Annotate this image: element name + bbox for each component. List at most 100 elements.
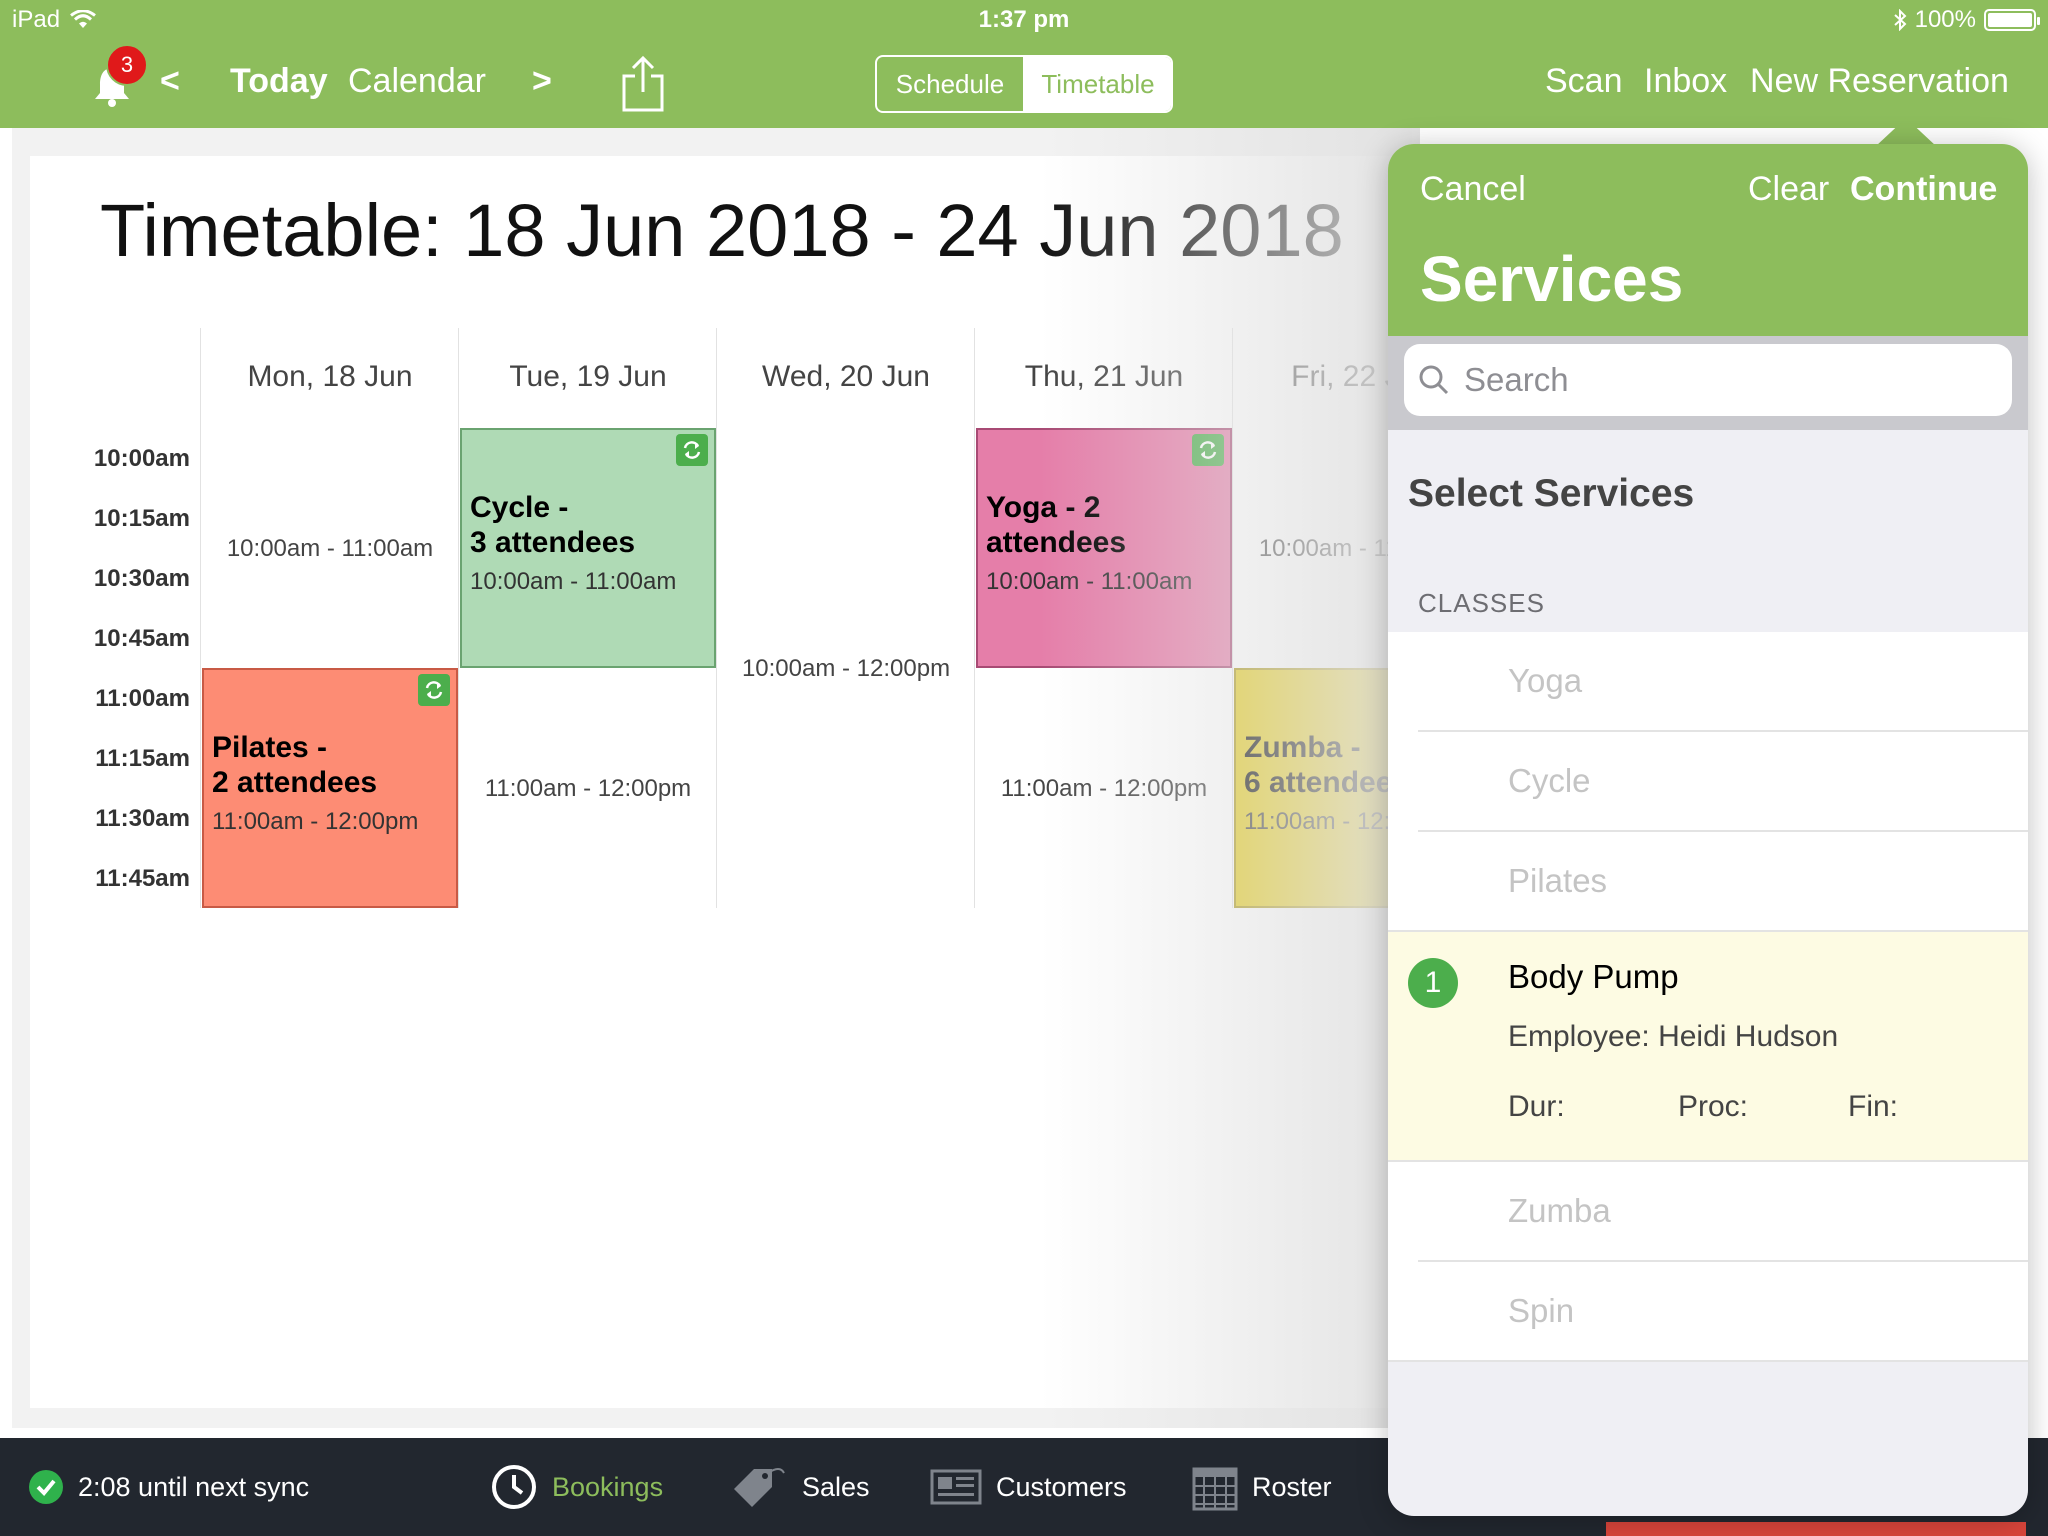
time-label: 11:30am <box>95 805 190 832</box>
time-label: 11:15am <box>95 745 190 772</box>
previous-button[interactable]: < <box>160 62 180 101</box>
tab-customers[interactable]: Customers <box>930 1438 1127 1536</box>
event-attendees: 2 attendees <box>212 766 378 799</box>
tab-bookings[interactable]: Bookings <box>490 1438 663 1536</box>
list-item-yoga[interactable]: Yoga <box>1388 632 2028 732</box>
day-column-divider <box>200 328 201 908</box>
list-item-spin[interactable]: Spin <box>1388 1262 2028 1362</box>
service-label: Zumba <box>1508 1192 1611 1229</box>
free-slot[interactable]: 11:00am - 12:00pm <box>459 775 717 803</box>
event-title: Pilates - <box>212 731 328 764</box>
sync-icon <box>1192 434 1224 466</box>
list-item-zumba[interactable]: Zumba <box>1388 1162 2028 1262</box>
time-label: 10:00am <box>93 445 190 472</box>
battery-icon <box>1984 9 2040 31</box>
event-title: Cycle - <box>470 491 569 524</box>
day-column-divider <box>716 328 717 908</box>
page-title: Timetable: 18 Jun 2018 - 24 Jun 2018 <box>100 189 1344 272</box>
time-label: 10:30am <box>93 565 190 592</box>
tab-sales[interactable]: Sales <box>730 1438 870 1536</box>
popover-header: Cancel Clear Continue Services <box>1388 144 2028 336</box>
calendar-icon <box>1192 1467 1238 1511</box>
day-header: Thu, 21 Jun <box>1024 360 1184 393</box>
day-column-divider <box>1232 328 1233 908</box>
processing-label[interactable]: Proc: <box>1678 1090 1748 1124</box>
search-icon <box>1419 365 1449 395</box>
tab-roster[interactable]: Roster <box>1192 1438 1332 1536</box>
time-label: 10:45am <box>93 625 190 652</box>
price-tag-icon <box>734 1468 785 1507</box>
day-column-divider <box>458 328 459 908</box>
service-label: Cycle <box>1508 762 1591 799</box>
inbox-button[interactable]: Inbox <box>1644 62 1727 101</box>
notification-badge: 3 <box>106 44 148 86</box>
customers-icon <box>930 1469 982 1505</box>
time-label: 11:00am <box>95 685 190 712</box>
tab-bookings-label: Bookings <box>552 1471 664 1502</box>
class-event-pilates[interactable]: Pilates - 2 attendees 11:00am - 12:00pm <box>202 668 458 908</box>
time-label: 10:15am <box>93 505 190 532</box>
day-header: Tue, 19 Jun <box>509 360 667 393</box>
list-item-cycle[interactable]: Cycle <box>1388 732 2028 832</box>
new-reservation-button[interactable]: New Reservation <box>1750 62 2009 101</box>
tab-sales-label: Sales <box>802 1471 870 1502</box>
sync-status: 2:08 until next sync <box>28 1438 309 1536</box>
event-time: 10:00am - 11:00am <box>470 568 677 595</box>
today-button[interactable]: Today <box>230 62 328 101</box>
continue-button[interactable]: Continue <box>1850 170 1997 209</box>
bluetooth-icon <box>1893 9 1907 31</box>
select-services-heading: Select Services <box>1408 472 1695 515</box>
service-label: Body Pump <box>1508 958 1679 995</box>
segment-schedule[interactable]: Schedule <box>877 57 1025 111</box>
cancel-button[interactable]: Cancel <box>1420 170 1526 209</box>
service-label: Yoga <box>1508 662 1583 699</box>
day-header: Mon, 18 Jun <box>247 360 413 393</box>
service-label: Spin <box>1508 1292 1575 1329</box>
clear-button[interactable]: Clear <box>1748 170 1829 209</box>
search-bar[interactable] <box>1404 344 2012 416</box>
view-segmented-control: Schedule Timetable <box>875 55 1173 113</box>
share-icon[interactable] <box>620 54 666 112</box>
event-attendees: 3 attendees <box>470 526 636 559</box>
services-list: Yoga Cycle Pilates 1 Body Pump Employee:… <box>1388 632 2028 1362</box>
tab-customers-label: Customers <box>996 1471 1127 1502</box>
alert-strip <box>1606 1522 2026 1536</box>
free-slot[interactable]: 10:00am - 11:00am <box>201 535 459 563</box>
sync-icon <box>418 674 450 706</box>
event-time: 11:00am - 12:00pm <box>212 808 419 835</box>
free-slot[interactable]: 11:00am - 12:00pm <box>975 775 1233 803</box>
section-header-classes: CLASSES <box>1418 588 1545 618</box>
finish-label[interactable]: Fin: <box>1848 1090 1898 1124</box>
tab-roster-label: Roster <box>1252 1471 1332 1502</box>
next-button[interactable]: > <box>532 62 552 101</box>
status-bar-right: 100% <box>1893 6 2040 34</box>
day-column-divider <box>974 328 975 908</box>
list-item-pilates[interactable]: Pilates <box>1388 832 2028 932</box>
services-popover: Cancel Clear Continue Services Select Se… <box>1388 144 2028 1516</box>
sync-status-text: 2:08 until next sync <box>78 1471 310 1502</box>
scan-button[interactable]: Scan <box>1545 62 1623 101</box>
sync-icon <box>676 434 708 466</box>
check-circle-icon <box>29 1470 63 1504</box>
event-title: Yoga - 2 <box>986 491 1101 524</box>
top-navigation-bar: iPad 1:37 pm 100% 3 < Today Calendar > S… <box>0 0 2048 128</box>
event-attendees: attendees <box>986 526 1127 559</box>
search-input[interactable] <box>1464 361 1964 399</box>
segment-timetable[interactable]: Timetable <box>1025 57 1171 111</box>
calendar-button[interactable]: Calendar <box>348 62 486 101</box>
battery-percentage: 100% <box>1914 6 1976 33</box>
selection-count-badge: 1 <box>1408 958 1458 1008</box>
time-label: 11:45am <box>95 865 190 892</box>
duration-label[interactable]: Dur: <box>1508 1090 1565 1124</box>
class-event-yoga[interactable]: Yoga - 2 attendees 10:00am - 11:00am <box>976 428 1232 668</box>
class-event-cycle[interactable]: Cycle - 3 attendees 10:00am - 11:00am <box>460 428 716 668</box>
list-item-body-pump-selected[interactable]: 1 Body Pump Employee: Heidi Hudson Dur: … <box>1388 932 2028 1162</box>
day-header: Wed, 20 Jun <box>762 360 930 393</box>
employee-label[interactable]: Employee: Heidi Hudson <box>1508 1020 1838 1054</box>
status-time: 1:37 pm <box>978 6 1070 33</box>
clock-icon <box>492 1465 536 1509</box>
popover-title: Services <box>1420 243 1684 315</box>
popover-arrow <box>1876 118 1936 146</box>
free-slot[interactable]: 10:00am - 12:00pm <box>717 655 975 683</box>
event-time: 10:00am - 11:00am <box>986 568 1193 595</box>
